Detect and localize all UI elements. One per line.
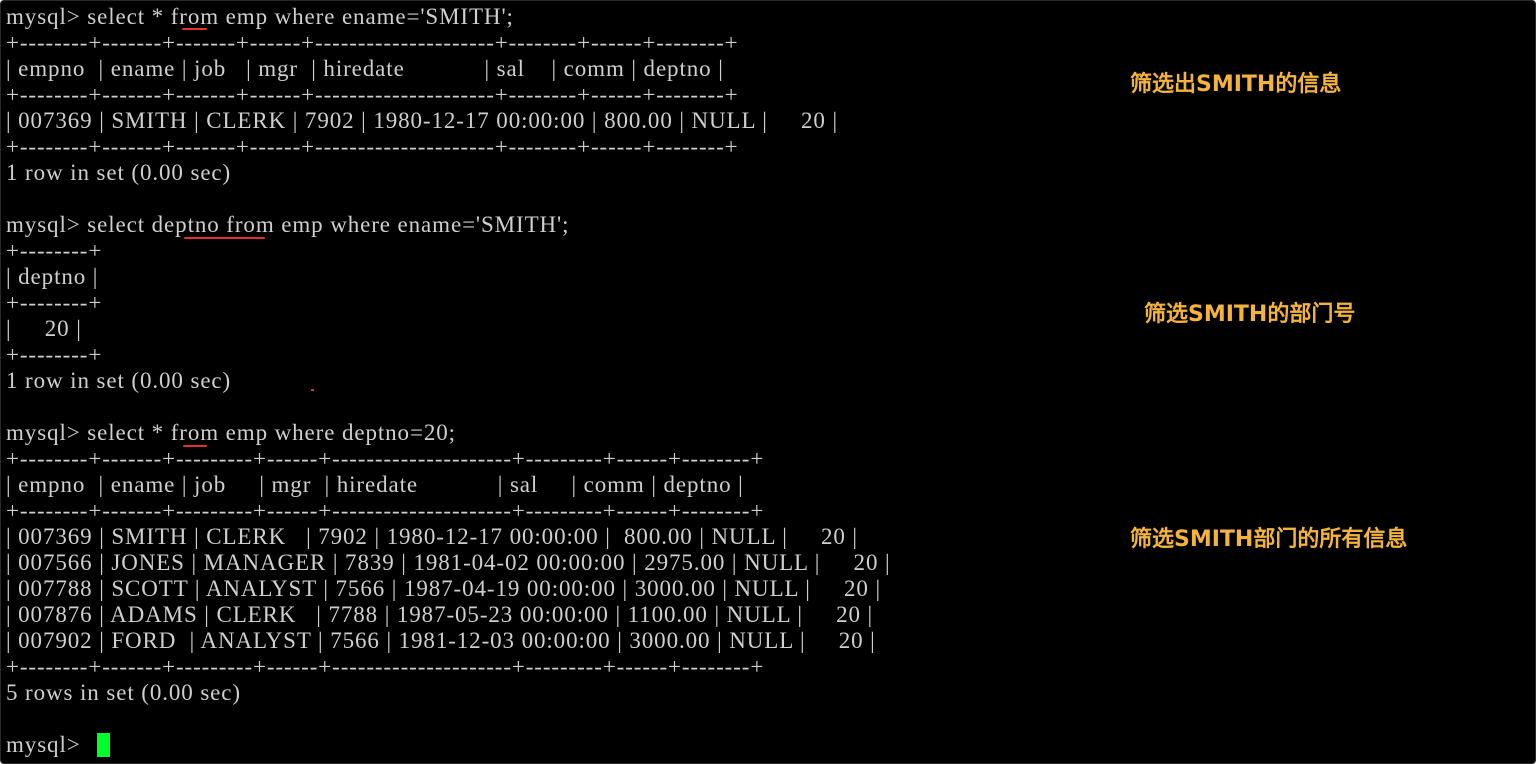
terminal-cursor[interactable] — [97, 733, 110, 757]
table-row: | 007876 | ADAMS | CLERK | 7788 | 1987-0… — [6, 602, 874, 627]
table-row: | 007369 | SMITH | CLERK | 7902 | 1980-1… — [6, 108, 838, 133]
query-3-prompt: mysql> select * from emp where deptno=20… — [6, 420, 456, 445]
table-border: +--------+ — [6, 290, 103, 315]
table-border: +--------+-------+-------+------+-------… — [6, 134, 739, 159]
table-border: +--------+ — [6, 238, 103, 263]
result-summary: 1 row in set (0.00 sec) — [6, 160, 232, 185]
table-border: +--------+-------+-------+------+-------… — [6, 82, 739, 107]
table-border: +--------+ — [6, 342, 103, 367]
underline-mark — [183, 445, 207, 447]
underline-mark — [311, 389, 314, 391]
table-row: | 007369 | SMITH | CLERK | 7902 | 1980-1… — [6, 524, 858, 549]
table-row: | 007788 | SCOTT | ANALYST | 7566 | 1987… — [6, 576, 881, 601]
underline-mark — [182, 28, 207, 30]
annotation-note: 筛选SMITH部门的所有信息 — [1130, 527, 1408, 552]
annotation-note: 筛选SMITH的部门号 — [1144, 302, 1356, 327]
annotation-note: 筛选出SMITH的信息 — [1130, 72, 1342, 97]
table-border: +--------+-------+---------+------+-----… — [6, 446, 765, 471]
table-border: +--------+-------+---------+------+-----… — [6, 654, 765, 679]
table-row: | 007902 | FORD | ANALYST | 7566 | 1981-… — [6, 628, 876, 653]
table-row: | 20 | — [6, 316, 82, 341]
table-header-row: | empno | ename | job | mgr | hiredate |… — [6, 472, 744, 497]
result-summary: 5 rows in set (0.00 sec) — [6, 680, 241, 705]
table-border: +--------+-------+-------+------+-------… — [6, 30, 739, 55]
result-summary: 1 row in set (0.00 sec) — [6, 368, 232, 393]
query-1-prompt: mysql> select * from emp where ename='SM… — [6, 4, 514, 29]
terminal-window[interactable]: mysql> select * from emp where ename='SM… — [0, 0, 1536, 764]
command-prompt-input[interactable]: mysql> — [6, 732, 87, 758]
table-row: | 007566 | JONES | MANAGER | 7839 | 1981… — [6, 550, 891, 575]
query-2-prompt: mysql> select deptno from emp where enam… — [6, 212, 570, 237]
underline-mark — [184, 237, 265, 239]
table-header-row: | empno | ename | job | mgr | hiredate |… — [6, 56, 724, 81]
table-border: +--------+-------+---------+------+-----… — [6, 498, 765, 523]
table-header-row: | deptno | — [6, 264, 99, 289]
